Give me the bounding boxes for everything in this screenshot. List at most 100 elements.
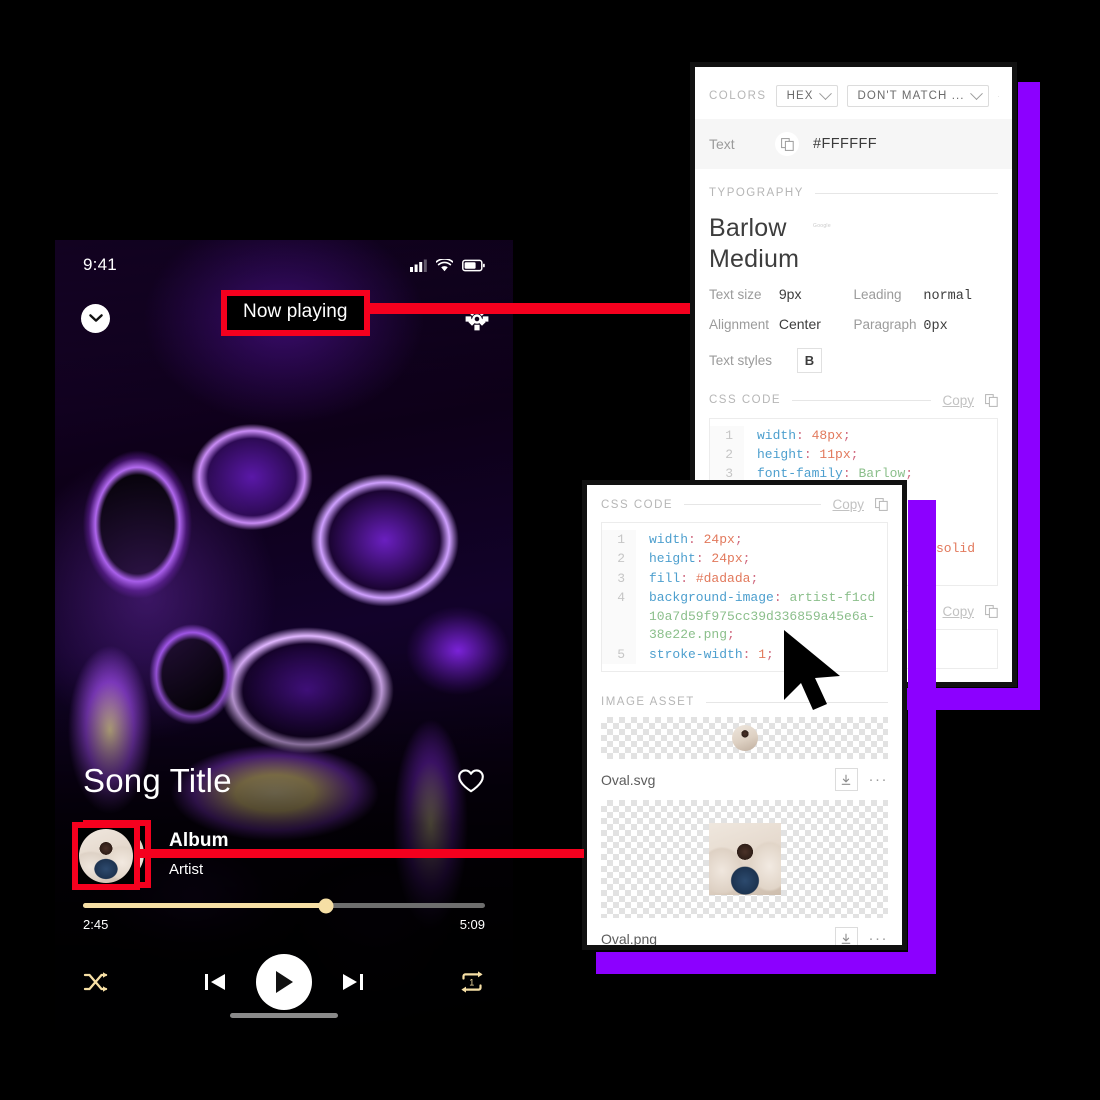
text-styles-label: Text styles (709, 352, 773, 368)
song-title: Song Title (83, 762, 232, 799)
prop-key: Alignment (709, 316, 770, 332)
line-number: 1 (602, 530, 636, 550)
cellular-signal-icon (410, 259, 427, 272)
collapse-player-button[interactable] (81, 304, 110, 333)
css-property: width (649, 532, 689, 547)
artist-name: Artist (169, 861, 204, 878)
prop-key: Leading (853, 286, 902, 302)
asset-preview-svg (601, 717, 888, 760)
shuffle-icon[interactable] (83, 970, 109, 994)
css-value: 24px (711, 551, 743, 567)
line-number: 3 (602, 568, 636, 589)
typography-section-header: TYPOGRAPHY (695, 187, 1012, 199)
screenshot-root: 9:41 Song Title Album Artist 2:45 5:09 1… (0, 0, 1100, 1100)
asset-row-svg: Oval.svg ··· (587, 759, 902, 792)
font-weight-name: Medium (709, 245, 800, 274)
copy-second-button[interactable]: Copy (942, 604, 974, 619)
asset-thumbnail-image (708, 823, 781, 896)
mouse-cursor (784, 630, 840, 710)
copy-css-button[interactable]: Copy (832, 497, 864, 512)
playback-progress[interactable]: 2:45 5:09 (55, 898, 513, 932)
time-elapsed: 2:45 (83, 917, 109, 932)
section-divider (814, 192, 998, 194)
text-styles-row: Text styles B (695, 346, 1012, 373)
css-section-label: CSS CODE (709, 394, 782, 406)
css-value: 24px (703, 532, 735, 547)
css-section-header-front: CSS CODE Copy (587, 497, 902, 512)
progress-fill (83, 903, 327, 908)
section-divider (684, 504, 822, 505)
bold-style-button[interactable]: B (797, 347, 822, 373)
annotation-now-playing-label: Now playing (221, 290, 370, 336)
color-format-select[interactable]: HEX (775, 85, 838, 107)
inspector-panel-css-asset: CSS CODE Copy 1 width: 24px; 2 height: 24p… (582, 480, 907, 950)
home-indicator (230, 1013, 338, 1018)
css-partial-token: solid (935, 540, 975, 556)
time-total: 5:09 (459, 917, 485, 932)
css-section-header-back: CSS CODE Copy (695, 393, 1012, 408)
css-property: height (757, 446, 804, 462)
phone-music-player: 9:41 Song Title Album Artist 2:45 5:09 1 (55, 240, 513, 1030)
color-row-label: Text (709, 136, 735, 152)
prop-value: 0px (923, 318, 948, 334)
chevron-down-icon (88, 314, 103, 322)
typography-properties: Text size 9px Leading normal Alignment C… (695, 276, 1012, 334)
chevron-down-icon (818, 86, 832, 100)
css-value: 48px (811, 427, 843, 443)
more-options-button[interactable]: ··· (869, 930, 889, 945)
code-line: 1 width: 24px; (602, 530, 887, 550)
section-divider (792, 399, 932, 401)
back-panel-shadow-right (1018, 82, 1040, 692)
heart-icon[interactable] (457, 768, 485, 794)
artist-avatar-highlighted (79, 829, 133, 883)
asset-preview-png (601, 800, 888, 919)
color-hex-value: #FFFFFF (813, 136, 878, 152)
playback-controls: 1 (55, 954, 513, 1010)
download-asset-button[interactable] (834, 768, 858, 792)
phone-status-bar: 9:41 (55, 240, 513, 290)
wifi-icon (436, 258, 453, 271)
annotation-line-avatar (136, 849, 584, 858)
download-icon (841, 774, 851, 785)
css-value: 1 (758, 646, 767, 662)
copy-color-button[interactable] (775, 132, 799, 156)
progress-track[interactable] (83, 898, 485, 913)
prop-value: Center (778, 315, 821, 332)
status-time: 9:41 (83, 255, 117, 274)
line-number: 2 (710, 444, 744, 465)
color-match-select[interactable]: DON'T MATCH ... (846, 85, 989, 107)
front-panel-shadow-bottom (596, 952, 936, 974)
progress-knob[interactable] (318, 898, 334, 913)
css-property: background-image (649, 590, 774, 606)
colors-section-label: COLORS (709, 90, 767, 102)
copy-icon (780, 137, 794, 151)
css-value: #dadada (695, 570, 751, 586)
line-number: 1 (710, 425, 744, 445)
prop-key: Paragraph (853, 316, 917, 332)
line-number: 5 (602, 644, 636, 665)
copy-icon[interactable] (985, 393, 998, 407)
now-playing-title: Now playing (243, 301, 348, 322)
colors-section-header: COLORS HEX DON'T MATCH ... (695, 67, 1012, 119)
download-asset-button[interactable] (834, 927, 858, 945)
skip-previous-icon[interactable] (202, 970, 228, 994)
play-button[interactable] (256, 954, 312, 1010)
asset-row-png: Oval.png ··· (587, 918, 902, 945)
line-number: 4 (602, 588, 636, 645)
css-property: stroke-width (649, 646, 743, 662)
repeat-one-icon[interactable]: 1 (459, 970, 485, 994)
copy-css-button[interactable]: Copy (942, 393, 974, 408)
copy-icon[interactable] (985, 604, 998, 618)
asset-file-name: Oval.svg (601, 771, 656, 788)
code-line: 3 fill: #dadada; (602, 568, 887, 589)
css-property: width (757, 427, 797, 443)
copy-icon[interactable] (875, 498, 888, 511)
color-text-row[interactable]: Text #FFFFFF (695, 119, 1012, 169)
color-format-value: HEX (786, 90, 814, 102)
svg-text:1: 1 (469, 978, 474, 988)
prop-key: Text size (709, 286, 762, 302)
more-options-button[interactable]: ··· (869, 771, 889, 788)
skip-next-icon[interactable] (340, 970, 366, 994)
annotation-line-now-playing (340, 303, 690, 314)
chevron-down-icon (969, 86, 983, 100)
